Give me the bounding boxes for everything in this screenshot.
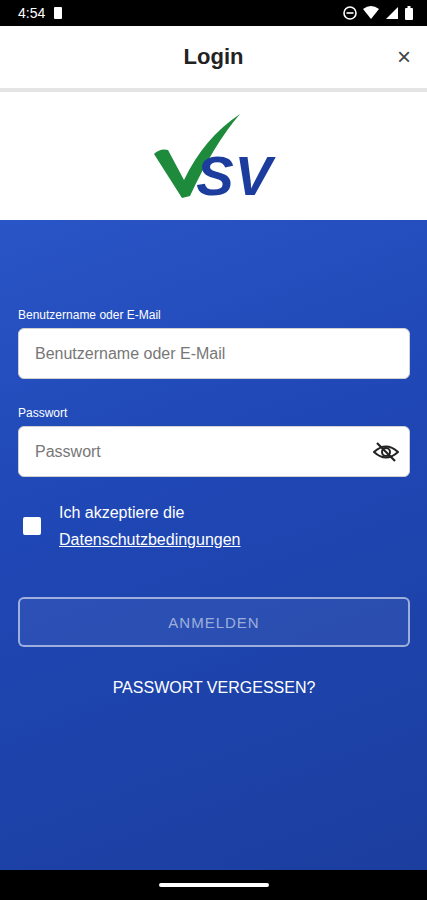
battery-icon (405, 6, 413, 20)
navigation-bar (0, 870, 427, 900)
login-button[interactable]: ANMELDEN (18, 597, 410, 647)
privacy-row: Ich akzeptiere die Datenschutzbedingungen (18, 499, 410, 553)
eye-slash-icon[interactable] (373, 441, 399, 463)
forgot-password-link[interactable]: PASSWORT VERGESSEN? (18, 679, 410, 697)
page-title: Login (184, 44, 244, 70)
status-left: 4:54 (18, 5, 63, 21)
home-indicator[interactable] (159, 883, 269, 887)
header: Login × (0, 26, 427, 88)
signal-icon (385, 6, 399, 20)
status-bar: 4:54 (0, 0, 427, 26)
password-label: Passwort (18, 406, 410, 420)
login-form: Benutzername oder E-Mail Passwort Ich akze… (0, 220, 427, 870)
logo-text: SV (196, 148, 273, 204)
privacy-link[interactable]: Datenschutzbedingungen (59, 526, 240, 553)
privacy-label: Ich akzeptiere die (59, 504, 184, 521)
wifi-icon (363, 6, 379, 20)
privacy-checkbox[interactable] (23, 517, 41, 535)
close-button[interactable]: × (397, 45, 411, 69)
password-input[interactable] (33, 442, 373, 462)
logo: SV (154, 114, 273, 198)
username-label: Benutzername oder E-Mail (18, 308, 410, 322)
privacy-text: Ich akzeptiere die Datenschutzbedingungen (59, 499, 240, 553)
logo-area: SV (0, 92, 427, 220)
status-icons (343, 6, 413, 20)
password-field[interactable] (18, 426, 410, 477)
clock: 4:54 (18, 5, 45, 21)
notification-icon (53, 7, 63, 19)
username-input[interactable] (33, 344, 399, 364)
dnd-icon (343, 6, 357, 20)
username-field[interactable] (18, 328, 410, 379)
